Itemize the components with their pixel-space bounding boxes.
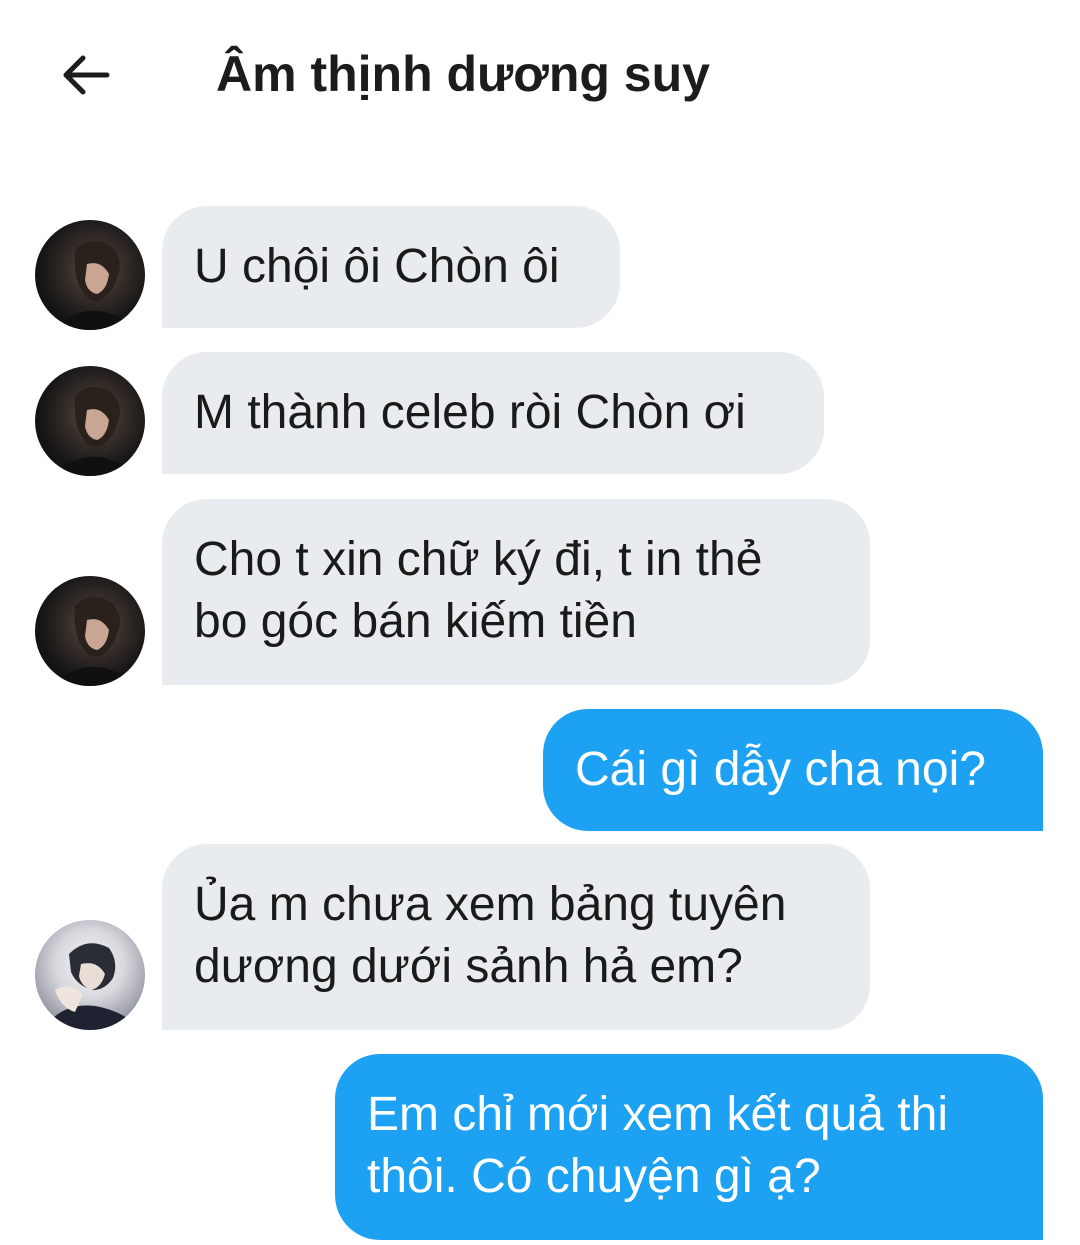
sender-avatar[interactable] bbox=[35, 920, 145, 1030]
conversation-title: Âm thịnh dương suy bbox=[216, 46, 710, 102]
sender-avatar[interactable] bbox=[35, 366, 145, 476]
incoming-message-bubble[interactable]: Cho t xin chữ ký đi, t in thẻ bo góc bán… bbox=[162, 499, 870, 685]
chat-header: Âm thịnh dương suy bbox=[0, 0, 1080, 150]
outgoing-message-bubble[interactable]: Em chỉ mới xem kết quả thi thôi. Có chuy… bbox=[335, 1054, 1043, 1240]
message-text: Cái gì dẫy cha nọi? bbox=[575, 743, 986, 796]
incoming-message-bubble[interactable]: Ủa m chưa xem bảng tuyên dương dưới sảnh… bbox=[162, 844, 870, 1030]
sender-avatar[interactable] bbox=[35, 220, 145, 330]
incoming-message-bubble[interactable]: M thành celeb ròi Chòn ơi bbox=[162, 352, 824, 474]
incoming-message-bubble[interactable]: U chội ôi Chòn ôi bbox=[162, 206, 620, 328]
message-text: U chội ôi Chòn ôi bbox=[194, 240, 560, 293]
message-text: Cho t xin chữ ký đi, t in thẻ bo góc bán… bbox=[194, 533, 776, 648]
back-button[interactable] bbox=[50, 40, 120, 110]
message-text: Ủa m chưa xem bảng tuyên dương dưới sảnh… bbox=[194, 878, 800, 993]
sender-avatar[interactable] bbox=[35, 576, 145, 686]
message-text: M thành celeb ròi Chòn ơi bbox=[194, 386, 746, 439]
arrow-left-icon bbox=[63, 55, 110, 95]
outgoing-message-bubble[interactable]: Cái gì dẫy cha nọi? bbox=[543, 709, 1043, 831]
message-text: Em chỉ mới xem kết quả thi thôi. Có chuy… bbox=[367, 1088, 962, 1203]
